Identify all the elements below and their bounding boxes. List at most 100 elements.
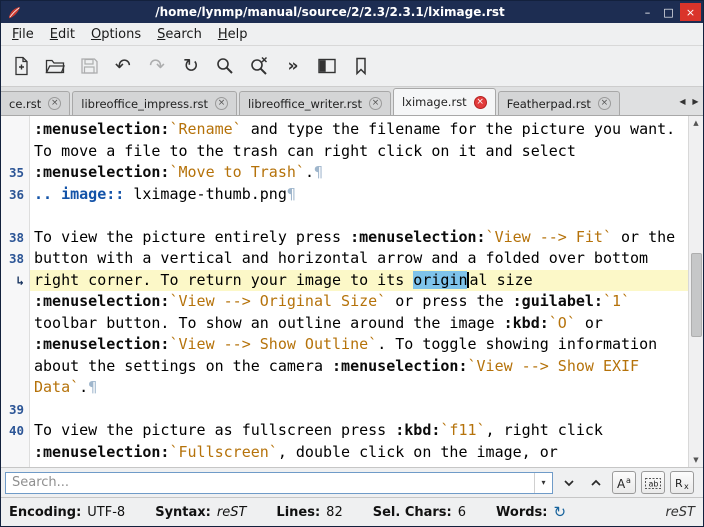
tab-close-icon[interactable]: × bbox=[598, 97, 611, 110]
status-label: Sel. Chars: bbox=[373, 505, 452, 520]
menu-options[interactable]: Options bbox=[83, 25, 149, 44]
regex-button[interactable]: Rx bbox=[670, 471, 694, 494]
menu-help[interactable]: Help bbox=[210, 25, 256, 44]
text: To move a file to the trash can right cl… bbox=[34, 142, 576, 160]
editor-row[interactable]: right corner. To return your image to it… bbox=[30, 270, 688, 292]
tab-ce.rst[interactable]: ce.rst× bbox=[1, 91, 70, 115]
tab-close-icon[interactable]: × bbox=[48, 97, 61, 110]
tab-close-icon[interactable]: × bbox=[474, 96, 487, 109]
title-bar: /home/lynmp/manual/source/2/2.3/2.3.1/lx… bbox=[1, 1, 703, 23]
line-number bbox=[1, 291, 29, 313]
open-folder-icon bbox=[44, 55, 66, 77]
words-refresh-button[interactable]: ↻ bbox=[553, 505, 566, 520]
status-value: 82 bbox=[326, 505, 343, 520]
window-controls: –□× bbox=[638, 3, 701, 21]
rest-literal: `View --> Show EXIF bbox=[467, 357, 639, 375]
rest-role: :menuselection: bbox=[34, 443, 169, 461]
jump-to-button[interactable]: » bbox=[280, 53, 306, 79]
editor-row[interactable] bbox=[30, 205, 688, 227]
rest-role: :kbd: bbox=[504, 314, 549, 332]
find-previous-button[interactable] bbox=[585, 472, 607, 494]
menu-edit[interactable]: Edit bbox=[42, 25, 83, 44]
text: or the bbox=[612, 228, 675, 246]
editor-row[interactable]: button with a vertical and horizontal ar… bbox=[30, 248, 688, 270]
line-number bbox=[1, 442, 29, 464]
text: , double click on the image, or bbox=[278, 443, 558, 461]
editor-row[interactable]: :menuselection:`Fullscreen`, double clic… bbox=[30, 442, 688, 464]
editor-row[interactable]: To view the picture as fullscreen press … bbox=[30, 420, 688, 442]
scrollbar-track[interactable] bbox=[689, 130, 703, 453]
chevron-down-icon bbox=[561, 475, 577, 491]
svg-text:ab: ab bbox=[649, 479, 659, 488]
reload-button[interactable]: ↻ bbox=[178, 53, 204, 79]
menu-bar: FileEditOptionsSearchHelp bbox=[1, 23, 703, 46]
tab-close-icon[interactable]: × bbox=[215, 97, 228, 110]
editor-row[interactable]: To view the picture entirely press :menu… bbox=[30, 227, 688, 249]
pilcrow-mark: ¶ bbox=[88, 378, 97, 396]
search-input[interactable] bbox=[6, 475, 534, 490]
svg-text:x: x bbox=[684, 482, 689, 491]
redo-button: ↷ bbox=[144, 53, 170, 79]
status-encoding: Encoding:UTF-8 bbox=[9, 505, 125, 520]
scroll-tabs-left-button[interactable]: ◀ bbox=[676, 91, 689, 111]
editor-row[interactable]: :menuselection:`View --> Show Outline`. … bbox=[30, 334, 688, 356]
status-lines: Lines:82 bbox=[276, 505, 342, 520]
editor-row[interactable]: toolbar button. To show an outline aroun… bbox=[30, 313, 688, 335]
editor-row[interactable]: :menuselection:`Rename` and type the fil… bbox=[30, 119, 688, 141]
editor-row[interactable]: :menuselection:`Move to Trash`.¶ bbox=[30, 162, 688, 184]
open-file-button[interactable] bbox=[42, 53, 68, 79]
tab-lximage.rst[interactable]: lximage.rst× bbox=[393, 88, 496, 115]
menu-file[interactable]: File bbox=[4, 25, 42, 44]
scroll-down-icon[interactable]: ▼ bbox=[689, 453, 703, 467]
new-document-button[interactable] bbox=[8, 53, 34, 79]
tab-libreoffice_writer.rst[interactable]: libreoffice_writer.rst× bbox=[239, 91, 391, 115]
tab-libreoffice_impress.rst[interactable]: libreoffice_impress.rst× bbox=[72, 91, 237, 115]
whole-word-button[interactable]: ab bbox=[641, 471, 665, 494]
reload-icon: ↻ bbox=[183, 57, 199, 76]
window-maximize-button[interactable]: □ bbox=[659, 3, 678, 21]
scrollbar-thumb[interactable] bbox=[691, 253, 702, 337]
chevron-up-icon bbox=[588, 475, 604, 491]
find-replace-button[interactable] bbox=[246, 53, 272, 79]
editor-row[interactable]: .. image:: lximage-thumb.png¶ bbox=[30, 184, 688, 206]
undo-button[interactable]: ↶ bbox=[110, 53, 136, 79]
bookmark-button[interactable] bbox=[348, 53, 374, 79]
editor-row[interactable]: about the settings on the camera :menuse… bbox=[30, 356, 688, 378]
rest-literal: `Rename` bbox=[169, 120, 241, 138]
line-number bbox=[1, 334, 29, 356]
pilcrow-mark: ¶ bbox=[314, 163, 323, 181]
text: about the settings on the camera bbox=[34, 357, 332, 375]
editor-row[interactable] bbox=[30, 399, 688, 421]
editor-row[interactable]: Data`.¶ bbox=[30, 377, 688, 399]
menu-search[interactable]: Search bbox=[149, 25, 210, 44]
tab-Featherpad.rst[interactable]: Featherpad.rst× bbox=[498, 91, 620, 115]
line-number: 36 bbox=[1, 184, 29, 206]
search-options: Aa ab Rx bbox=[558, 471, 694, 494]
scroll-tabs-right-button[interactable]: ▶ bbox=[689, 91, 702, 111]
text-area[interactable]: :menuselection:`Rename` and type the fil… bbox=[30, 116, 688, 467]
tab-bar: ce.rst×libreoffice_impress.rst×libreoffi… bbox=[1, 87, 703, 116]
window-minimize-button[interactable]: – bbox=[638, 3, 657, 21]
rest-literal: `View --> Show Outline` bbox=[169, 335, 377, 353]
line-number-gutter: 35363838↳3940 bbox=[1, 116, 30, 467]
svg-text:a: a bbox=[626, 476, 631, 485]
search-history-dropdown-icon[interactable]: ▾ bbox=[534, 473, 552, 493]
status-label: Words: bbox=[496, 505, 547, 520]
text: right corner. To return your image to it… bbox=[34, 271, 413, 289]
vertical-scrollbar[interactable]: ▲ ▼ bbox=[688, 116, 703, 467]
match-case-button[interactable]: Aa bbox=[612, 471, 636, 494]
search-bar: ▾ Aa ab Rx bbox=[1, 467, 703, 497]
window-close-button[interactable]: × bbox=[680, 3, 701, 21]
side-pane-button[interactable] bbox=[314, 53, 340, 79]
editor-row[interactable]: To move a file to the trash can right cl… bbox=[30, 141, 688, 163]
search-field[interactable]: ▾ bbox=[5, 472, 553, 494]
window-title: /home/lynmp/manual/source/2/2.3/2.3.1/lx… bbox=[28, 5, 632, 19]
editor-row[interactable]: :menuselection:`View --> Original Size` … bbox=[30, 291, 688, 313]
editor[interactable]: 35363838↳3940 :menuselection:`Rename` an… bbox=[1, 116, 703, 467]
whole-word-icon: ab bbox=[644, 475, 662, 491]
find-button[interactable] bbox=[212, 53, 238, 79]
scroll-up-icon[interactable]: ▲ bbox=[689, 116, 703, 130]
status-syntax: Syntax:reST bbox=[155, 505, 246, 520]
tab-close-icon[interactable]: × bbox=[369, 97, 382, 110]
find-next-button[interactable] bbox=[558, 472, 580, 494]
